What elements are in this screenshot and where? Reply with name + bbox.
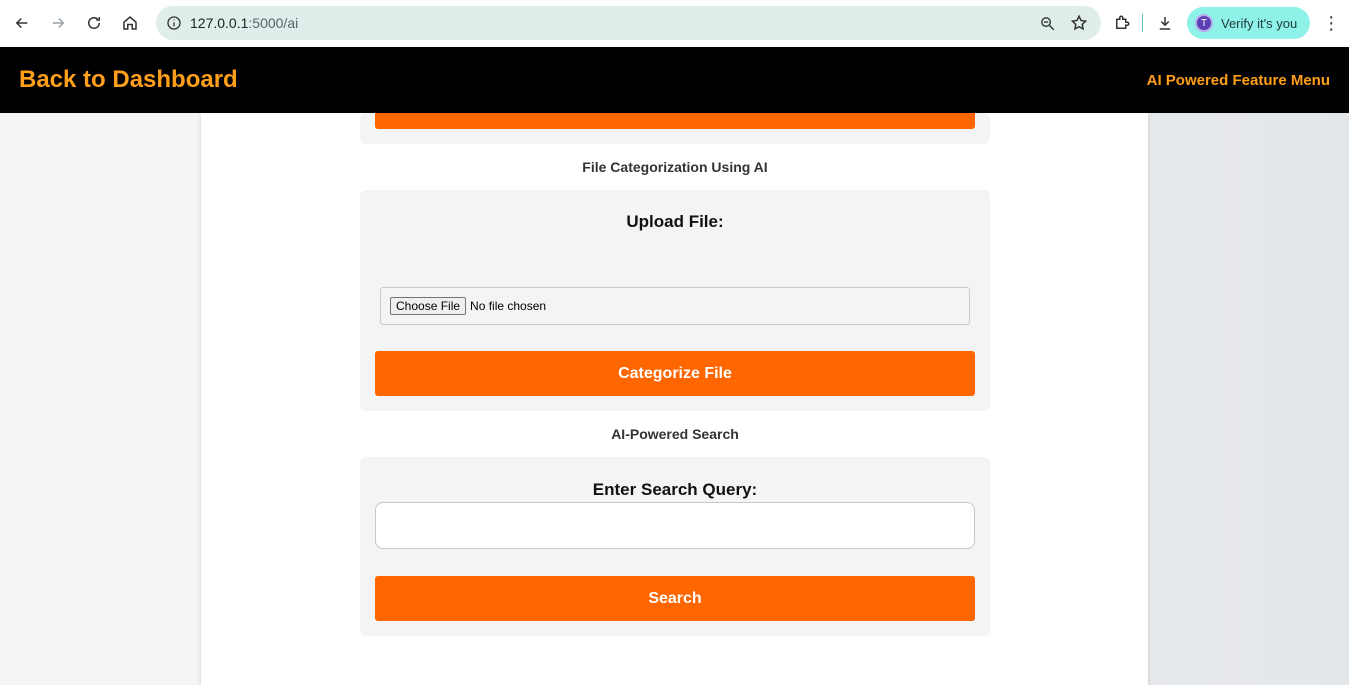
more-menu-icon[interactable]: ⋮ (1322, 14, 1340, 32)
search-query-label: Enter Search Query: (592, 480, 758, 499)
app-header: Back to Dashboard AI Powered Feature Men… (0, 47, 1349, 113)
site-info-icon[interactable] (158, 6, 190, 40)
categorization-panel: Upload File: Choose File No file chosen … (360, 190, 990, 411)
extensions-icon[interactable] (1110, 11, 1134, 35)
download-icon[interactable] (1153, 11, 1177, 35)
profile-label: Verify it's you (1221, 15, 1298, 31)
reload-icon[interactable] (76, 5, 112, 41)
categorization-section-title: File Categorization Using AI (582, 159, 768, 175)
categorize-file-button[interactable]: Categorize File (375, 351, 975, 396)
choose-file-button[interactable]: Choose File (390, 297, 467, 315)
bookmark-star-icon[interactable] (1067, 11, 1091, 35)
home-icon[interactable] (112, 5, 148, 41)
previous-feature-panel (360, 113, 990, 144)
avatar: T (1195, 14, 1213, 32)
previous-submit-button[interactable] (375, 113, 975, 129)
search-button[interactable]: Search (375, 576, 975, 621)
search-input[interactable] (375, 502, 975, 549)
search-panel: Enter Search Query: Search (360, 457, 990, 636)
zoom-icon[interactable] (1035, 11, 1059, 35)
back-to-dashboard-link[interactable]: Back to Dashboard (19, 66, 238, 94)
browser-toolbar: 127.0.0.1:5000/ai T Verify it's you ⋮ (0, 0, 1349, 47)
address-bar[interactable]: 127.0.0.1:5000/ai (156, 6, 1101, 40)
back-arrow-icon[interactable] (4, 5, 40, 41)
profile-chip[interactable]: T Verify it's you (1187, 7, 1311, 39)
file-input[interactable]: Choose File No file chosen (380, 287, 970, 325)
url-text: 127.0.0.1:5000/ai (190, 15, 299, 31)
search-section-title: AI-Powered Search (611, 426, 739, 442)
ai-feature-menu-link[interactable]: AI Powered Feature Menu (1147, 72, 1330, 89)
toolbar-separator (1142, 14, 1143, 32)
file-status: No file chosen (470, 299, 547, 313)
upload-label: Upload File: (626, 212, 724, 231)
forward-arrow-icon[interactable] (40, 5, 76, 41)
